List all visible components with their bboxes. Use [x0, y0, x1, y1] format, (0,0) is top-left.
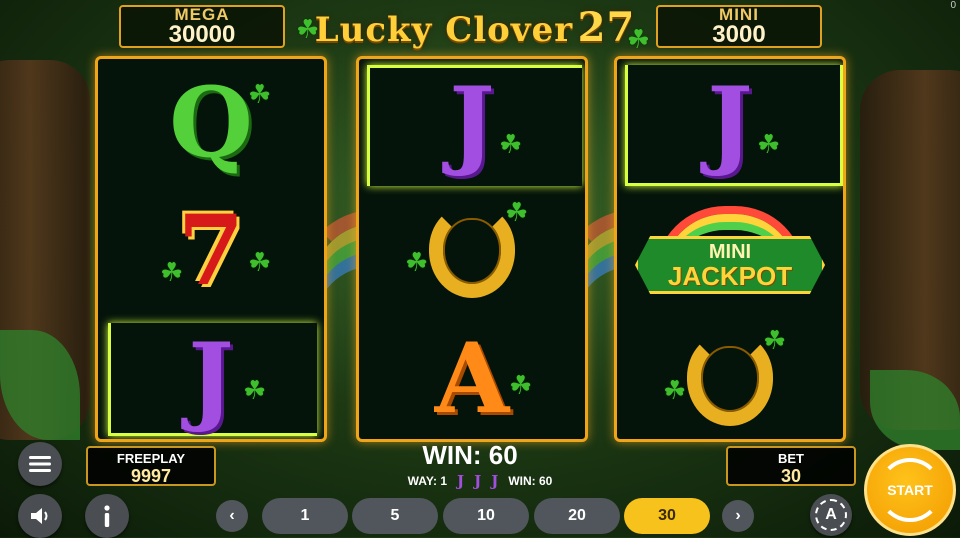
clover-icon: ☘	[663, 375, 687, 405]
corner-counter: 0	[950, 0, 956, 11]
line-symbol: J	[474, 472, 482, 490]
clover-icon: ☘	[248, 247, 272, 277]
reel-symbol-7: 7 ☘ ☘	[160, 194, 272, 307]
win-line-info: WAY: 1 J J J WIN: 60	[360, 472, 600, 490]
clover-icon: ☘	[505, 197, 529, 227]
clover-icon: ☘	[160, 257, 184, 287]
jackpot-badge-main: JACKPOT	[667, 261, 793, 291]
bet-next-button[interactable]: ›	[722, 500, 754, 532]
reel-2: J ☘ ☘ ☘ A ☘	[356, 56, 588, 442]
bet-label: BET	[778, 451, 804, 466]
clover-icon: ☘	[509, 370, 533, 400]
autoplay-icon: A	[815, 499, 847, 531]
mini-jackpot-symbol: MINI JACKPOT	[635, 206, 825, 296]
sound-button[interactable]	[18, 494, 62, 538]
reel-1: Q ☘ 7 ☘ ☘ J ☘	[95, 56, 327, 442]
bet-value: 30	[780, 466, 802, 486]
bet-prev-button[interactable]: ‹	[216, 500, 248, 532]
chevron-left-icon: ‹	[229, 507, 235, 524]
bet-panel: BET 30	[726, 446, 856, 486]
mini-value: 3000	[712, 21, 766, 48]
bet-option-30[interactable]: 30	[624, 498, 710, 534]
mega-value: 30000	[168, 21, 236, 48]
reel-symbol-a: A ☘	[434, 322, 533, 435]
menu-button[interactable]	[18, 442, 62, 486]
game-logo: ☘ Lucky Clover 27 ☘	[296, 4, 650, 54]
hamburger-icon	[29, 456, 51, 472]
way-label: WAY: 1	[407, 474, 447, 488]
clover-icon: ☘	[296, 14, 320, 44]
clover-icon: ☘	[243, 375, 267, 405]
start-label: START	[887, 482, 933, 498]
bet-option-10[interactable]: 10	[443, 498, 529, 534]
info-icon	[104, 505, 110, 527]
clover-icon: ☘	[757, 129, 781, 159]
clover-icon: ☘	[763, 325, 787, 355]
start-button[interactable]: START	[864, 444, 956, 536]
bet-option-5[interactable]: 5	[352, 498, 438, 534]
horseshoe-icon	[687, 332, 773, 426]
reel-symbol-q: Q ☘	[169, 66, 272, 179]
reel-symbol-mini-jackpot: MINI JACKPOT	[617, 187, 843, 315]
info-button[interactable]	[85, 494, 129, 538]
win-amount: WIN: 60	[422, 440, 518, 470]
reel-symbol-horseshoe: ☘ ☘	[617, 315, 843, 439]
logo-text: Lucky Clover	[314, 10, 574, 50]
clover-icon: ☘	[626, 24, 650, 54]
bet-option-20[interactable]: 20	[534, 498, 620, 534]
chevron-right-icon: ›	[735, 507, 741, 524]
speaker-icon	[31, 508, 48, 524]
freeplay-label: FREEPLAY	[116, 451, 186, 466]
reel-symbol-j: J ☘	[617, 59, 843, 187]
line-win: WIN: 60	[508, 474, 553, 488]
jackpot-badge-top: MINI	[708, 241, 752, 263]
mini-jackpot-display: MINI 3000	[656, 5, 822, 48]
reel-symbol-j: J ☘	[98, 315, 324, 439]
reel-symbol-horseshoe: ☘ ☘	[359, 187, 585, 315]
clover-icon: ☘	[405, 247, 429, 277]
bet-option-1[interactable]: 1	[262, 498, 348, 534]
horseshoe-icon	[429, 204, 515, 298]
autoplay-button[interactable]: A	[810, 494, 852, 536]
line-symbol: J	[457, 472, 465, 490]
clover-icon: ☘	[499, 129, 523, 159]
reel-symbol-j: J ☘	[359, 59, 585, 187]
mega-jackpot-display: MEGA 30000	[119, 5, 285, 48]
reel-3: J ☘ MINI JACKPOT ☘ ☘	[614, 56, 846, 442]
clover-icon: ☘	[248, 79, 272, 109]
freeplay-value: 9997	[130, 466, 172, 486]
freeplay-panel: FREEPLAY 9997	[86, 446, 216, 486]
line-symbol: J	[491, 472, 499, 490]
